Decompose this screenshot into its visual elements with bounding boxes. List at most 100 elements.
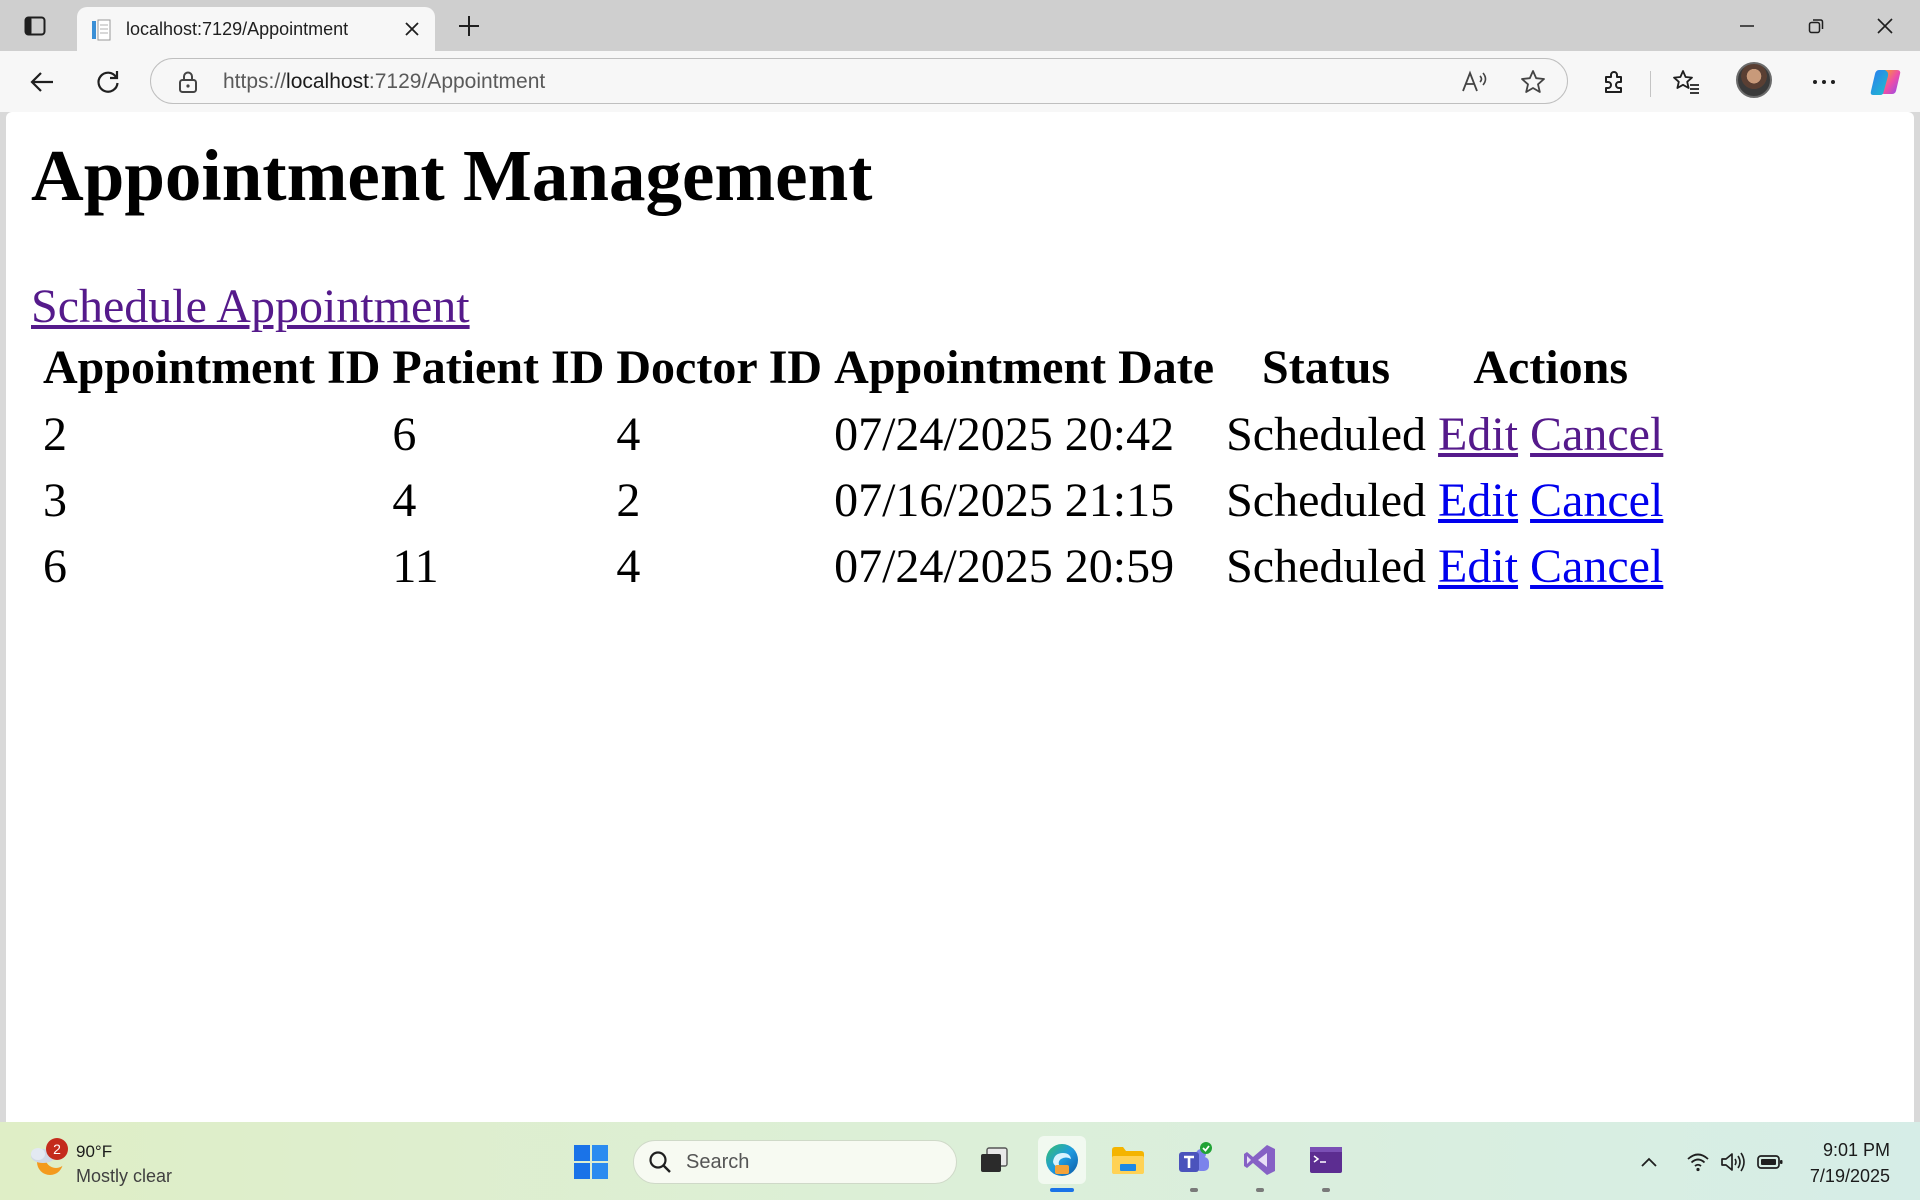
- cancel-link[interactable]: Cancel: [1530, 474, 1663, 527]
- task-view-icon: [981, 1147, 1008, 1172]
- cancel-link[interactable]: Cancel: [1530, 540, 1663, 593]
- chevron-up-icon: [1641, 1157, 1657, 1167]
- favorite-button[interactable]: [1515, 65, 1551, 99]
- table-row: 6 11 4 07/24/2025 20:59 Scheduled Edit C…: [37, 533, 1669, 599]
- minimize-icon: [1740, 25, 1754, 27]
- clock-date: 7/19/2025: [1809, 1166, 1890, 1186]
- cancel-link[interactable]: Cancel: [1530, 408, 1663, 461]
- read-aloud-button[interactable]: [1457, 65, 1493, 99]
- url-host: localhost: [286, 70, 369, 93]
- taskbar-search[interactable]: Search: [633, 1140, 957, 1184]
- extensions-icon: [1605, 71, 1622, 93]
- favorite-star-icon: [1521, 70, 1545, 93]
- cell-actions: Edit Cancel: [1432, 467, 1669, 533]
- table-row: 2 6 4 07/24/2025 20:42 Scheduled Edit Ca…: [37, 401, 1669, 467]
- windows-start-icon[interactable]: [573, 1144, 609, 1180]
- cell-status: Scheduled: [1226, 539, 1427, 593]
- terminal-button[interactable]: [1302, 1136, 1350, 1184]
- file-explorer-icon: [1112, 1147, 1144, 1174]
- task-view-button[interactable]: [970, 1136, 1018, 1184]
- cell-appointment-id: 6: [43, 539, 67, 593]
- edit-link[interactable]: Edit: [1438, 540, 1518, 593]
- browser-toolbar: https://localhost:7129/Appointment: [0, 51, 1920, 112]
- edit-link[interactable]: Edit: [1438, 408, 1518, 461]
- favorites-icon: [1673, 70, 1699, 94]
- extensions-button[interactable]: [1594, 63, 1634, 101]
- refresh-icon: [97, 71, 119, 93]
- visual-studio-running-indicator: [1256, 1188, 1264, 1192]
- new-tab-button[interactable]: [452, 11, 486, 41]
- address-url[interactable]: https://localhost:7129/Appointment: [223, 70, 545, 94]
- tab-strip: localhost:7129/Appointment: [0, 0, 1920, 51]
- edge-active-indicator: [1050, 1188, 1074, 1192]
- battery-button[interactable]: [1757, 1150, 1783, 1174]
- cell-doctor-id: 4: [616, 407, 641, 461]
- restore-icon: [1808, 19, 1824, 34]
- restore-button[interactable]: [1793, 8, 1839, 44]
- terminal-running-indicator: [1322, 1188, 1330, 1192]
- cell-patient-id: 6: [392, 407, 417, 461]
- header-status: Status: [1262, 340, 1391, 394]
- terminal-icon: [1310, 1147, 1342, 1173]
- active-tab[interactable]: localhost:7129/Appointment: [77, 7, 435, 51]
- cell-appointment-date: 07/16/2025 21:15: [834, 473, 1175, 527]
- cell-doctor-id: 2: [616, 473, 641, 527]
- appointments-table: Appointment ID Patient ID Doctor ID Appo…: [37, 337, 1669, 599]
- tab-actions-icon: [24, 16, 46, 36]
- cell-actions: Edit Cancel: [1432, 533, 1669, 599]
- teams-button[interactable]: [1170, 1136, 1218, 1184]
- address-bar[interactable]: https://localhost:7129/Appointment: [150, 58, 1568, 104]
- file-explorer-button[interactable]: [1104, 1136, 1152, 1184]
- taskbar: 2 90°F Mostly clear Search 9:01 PM 7/19/…: [0, 1122, 1920, 1200]
- weather-alert-badge: 2: [46, 1138, 68, 1160]
- tab-actions-button[interactable]: [18, 12, 52, 40]
- close-icon: [405, 22, 419, 36]
- header-appointment-id: Appointment ID: [43, 340, 381, 394]
- cell-doctor-id: 4: [616, 539, 641, 593]
- clock-time: 9:01 PM: [1822, 1140, 1890, 1160]
- visual-studio-button[interactable]: [1236, 1136, 1284, 1184]
- close-icon: [1877, 18, 1893, 34]
- show-hidden-icons-button[interactable]: [1636, 1150, 1662, 1174]
- back-button[interactable]: [22, 63, 62, 101]
- edit-link[interactable]: Edit: [1438, 474, 1518, 527]
- more-button[interactable]: [1804, 63, 1844, 101]
- edge-icon: [1046, 1144, 1078, 1176]
- weather-condition: Mostly clear: [76, 1166, 173, 1186]
- table-header-row: Appointment ID Patient ID Doctor ID Appo…: [37, 337, 1669, 401]
- read-aloud-icon: [1462, 70, 1487, 92]
- visual-studio-icon: [1244, 1145, 1275, 1175]
- battery-icon: [1757, 1155, 1783, 1169]
- minimize-button[interactable]: [1724, 8, 1770, 44]
- header-actions: Actions: [1473, 340, 1629, 394]
- edge-taskbar-button[interactable]: [1038, 1136, 1086, 1184]
- header-appointment-date: Appointment Date: [834, 340, 1215, 394]
- copilot-icon: [1870, 70, 1901, 95]
- cell-appointment-id: 3: [43, 473, 67, 527]
- cell-status: Scheduled: [1226, 407, 1427, 461]
- lock-icon[interactable]: [177, 70, 199, 94]
- tab-close-button[interactable]: [399, 16, 425, 42]
- page-title: Appointment Management: [31, 135, 873, 216]
- toolbar-divider: [1650, 71, 1651, 97]
- tab-title: localhost:7129/Appointment: [126, 19, 349, 39]
- cell-appointment-date: 07/24/2025 20:59: [834, 539, 1175, 593]
- volume-icon: [1721, 1152, 1745, 1172]
- url-path: :7129/Appointment: [368, 70, 546, 93]
- search-icon: [649, 1151, 671, 1173]
- close-window-button[interactable]: [1862, 8, 1908, 44]
- cell-patient-id: 4: [392, 473, 417, 527]
- teams-icon: [1179, 1142, 1212, 1172]
- profile-avatar[interactable]: [1736, 62, 1772, 98]
- table-row: 3 4 2 07/16/2025 21:15 Scheduled Edit Ca…: [37, 467, 1669, 533]
- volume-button[interactable]: [1720, 1150, 1746, 1174]
- back-icon: [30, 72, 53, 92]
- plus-icon: [459, 16, 479, 36]
- favorites-button[interactable]: [1666, 63, 1706, 101]
- copilot-button[interactable]: [1866, 63, 1906, 101]
- schedule-appointment-link[interactable]: Schedule Appointment: [31, 279, 470, 334]
- refresh-button[interactable]: [88, 63, 128, 101]
- cell-appointment-date: 07/24/2025 20:42: [834, 407, 1175, 461]
- cell-appointment-id: 2: [43, 407, 67, 461]
- network-button[interactable]: [1685, 1150, 1711, 1174]
